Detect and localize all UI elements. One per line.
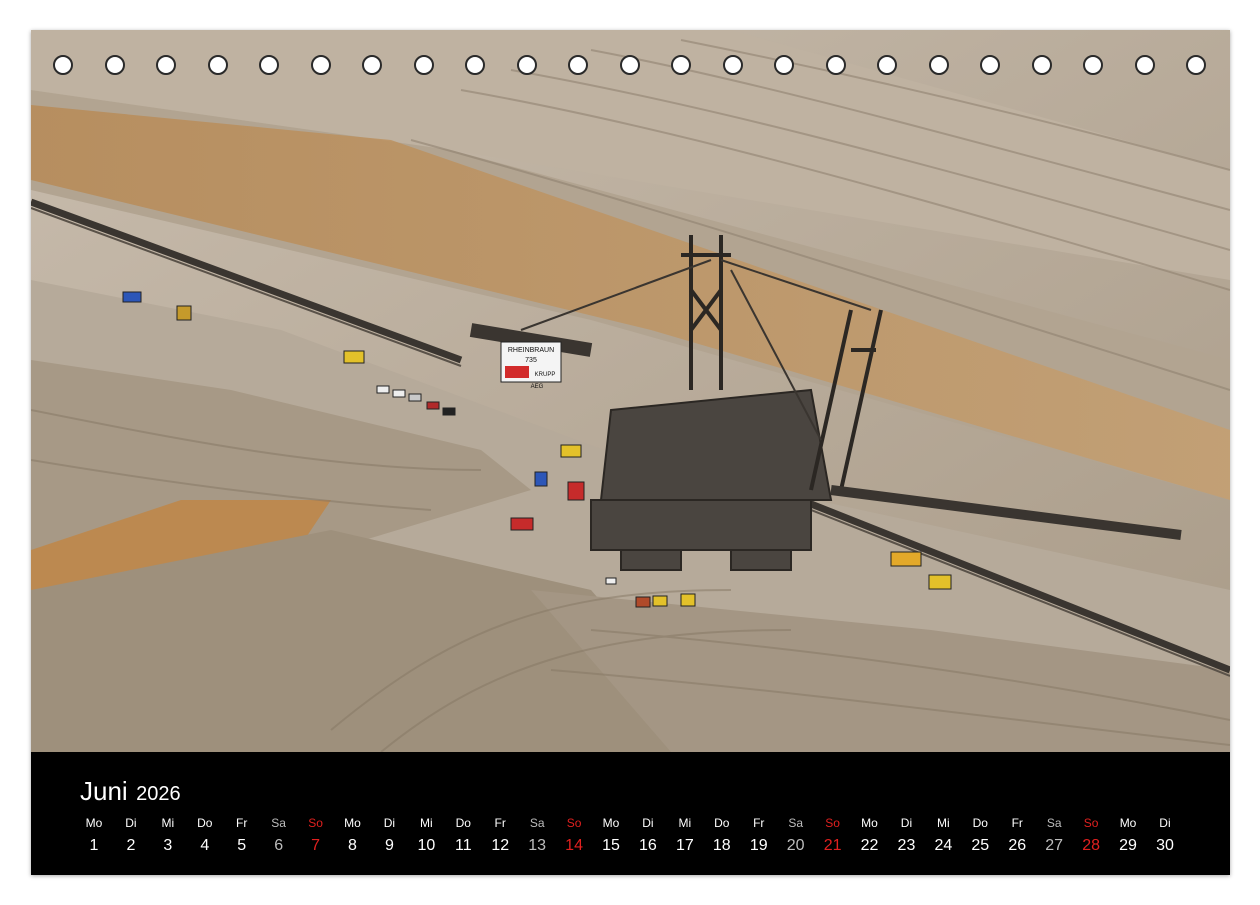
binding-hole: [980, 55, 1000, 75]
binding-hole: [362, 55, 382, 75]
day-number: 13: [528, 837, 547, 854]
day-number: 3: [163, 837, 173, 854]
binding-hole: [620, 55, 640, 75]
binding-hole: [259, 55, 279, 75]
binding-hole: [826, 55, 846, 75]
day-number: 7: [311, 837, 321, 854]
sign-text-3: KRUPP: [535, 372, 556, 378]
binding-hole: [1135, 55, 1155, 75]
date-row: 1 2 3 4 5 6 7 8 9 10 11 12 13 14 15 16 17 18 19 20 21 22 23 24 2…: [31, 752, 1230, 875]
binding-hole: [671, 55, 691, 75]
day-number: 23: [897, 837, 916, 854]
day-number: 6: [274, 837, 284, 854]
binding-hole: [465, 55, 485, 75]
binding-hole: [877, 55, 897, 75]
day-number: 21: [823, 837, 842, 854]
day-number: 5: [237, 837, 247, 854]
day-number: 1: [89, 837, 99, 854]
day-number: 12: [491, 837, 510, 854]
binding-holes: [31, 30, 1230, 110]
day-number: 16: [639, 837, 657, 854]
day-number: 29: [1119, 837, 1137, 854]
binding-hole: [105, 55, 125, 75]
binding-hole: [311, 55, 331, 75]
day-number: 27: [1045, 837, 1064, 854]
binding-hole: [723, 55, 743, 75]
open-pit-mine-illustration: RHEINBRAUN 735 KRUPP AEG: [31, 30, 1230, 752]
day-number: 25: [971, 837, 990, 854]
day-number: 17: [675, 837, 694, 854]
binding-hole: [774, 55, 794, 75]
day-number: 19: [749, 837, 768, 854]
binding-hole: [1032, 55, 1052, 75]
calendar-page: RHEINBRAUN 735 KRUPP AEG Juni 2026 Mo Di…: [31, 30, 1230, 875]
day-number: 11: [454, 837, 472, 854]
day-number: 4: [200, 837, 210, 854]
mine-photo: RHEINBRAUN 735 KRUPP AEG: [31, 30, 1230, 752]
day-number: 10: [417, 837, 436, 854]
day-number: 28: [1082, 837, 1100, 854]
binding-hole: [517, 55, 537, 75]
binding-hole: [929, 55, 949, 75]
binding-hole: [1186, 55, 1206, 75]
binding-hole: [156, 55, 176, 75]
day-number: 14: [565, 837, 583, 854]
day-number: 22: [860, 837, 879, 854]
day-number: 20: [786, 837, 805, 854]
sign-text-1: RHEINBRAUN: [508, 347, 554, 354]
binding-hole: [53, 55, 73, 75]
day-number: 26: [1008, 837, 1027, 854]
day-number: 18: [712, 837, 731, 854]
calendar-band: Juni 2026 Mo Di Mi Do Fr Sa So Mo Di Mi Do Fr Sa So Mo…: [31, 752, 1230, 875]
day-number: 15: [602, 837, 620, 854]
binding-hole: [1083, 55, 1103, 75]
binding-hole: [568, 55, 588, 75]
sign-text-2: 735: [525, 357, 537, 364]
day-number: 30: [1156, 837, 1174, 854]
day-number: 9: [384, 837, 394, 854]
binding-hole: [208, 55, 228, 75]
day-number: 8: [348, 837, 357, 854]
sign-text-4: AEG: [531, 384, 544, 390]
day-number: 24: [934, 837, 953, 854]
day-number: 2: [126, 837, 136, 854]
binding-hole: [414, 55, 434, 75]
